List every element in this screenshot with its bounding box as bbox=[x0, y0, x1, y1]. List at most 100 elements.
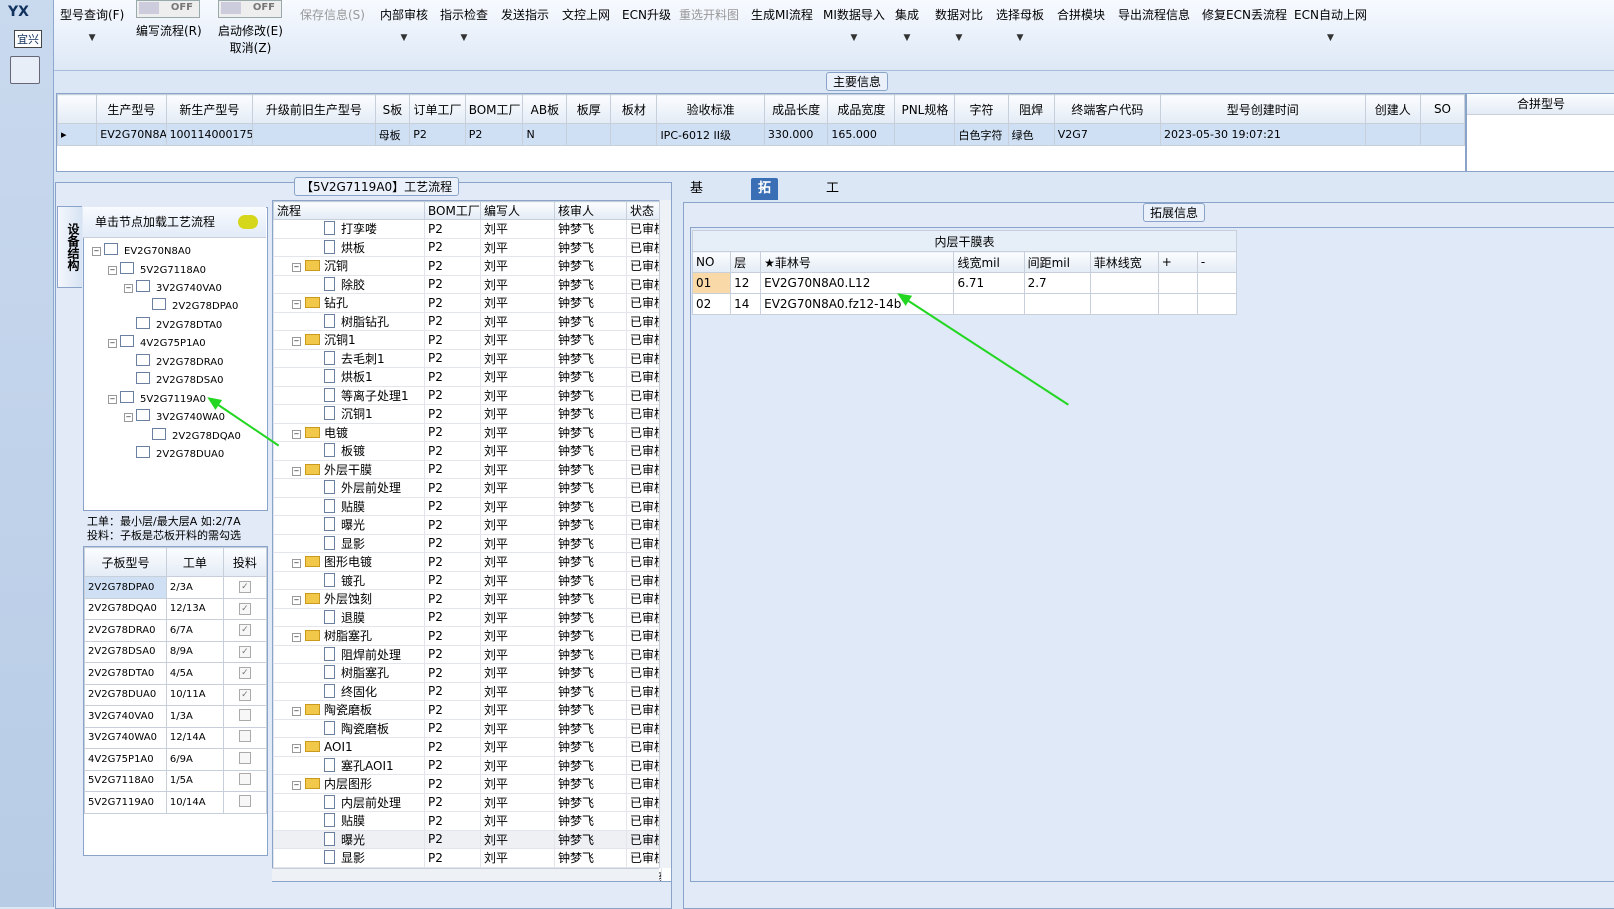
process-writer-cell[interactable]: 刘平 bbox=[480, 311, 555, 331]
process-status-cell[interactable]: 已审核 bbox=[626, 330, 662, 350]
process-writer-cell[interactable]: 刘平 bbox=[480, 755, 555, 775]
process-reviewer-cell[interactable]: 钟梦飞 bbox=[554, 681, 627, 701]
process-status-cell[interactable]: 已审核 bbox=[626, 626, 662, 646]
feed-checkbox[interactable] bbox=[238, 794, 251, 807]
process-writer-cell[interactable]: 刘平 bbox=[480, 478, 555, 498]
toolbar-button-13[interactable]: 数据对比 ▼ bbox=[935, 6, 983, 43]
table-row[interactable]: 阻焊前处理 P2刘平钟梦飞已审核 bbox=[273, 644, 662, 664]
process-writer-cell[interactable]: 刘平 bbox=[480, 293, 555, 313]
process-name-cell[interactable]: − 沉铜1 bbox=[273, 330, 425, 350]
column-header[interactable]: 间距mil bbox=[1023, 251, 1091, 273]
child-order-cell[interactable]: 12/14A bbox=[165, 726, 224, 749]
table-row[interactable]: 3V2G740VA0 1/3A bbox=[84, 705, 268, 728]
table-cell[interactable]: P2 bbox=[409, 123, 466, 146]
process-reviewer-cell[interactable]: 钟梦飞 bbox=[554, 570, 627, 590]
process-status-cell[interactable]: 已审核 bbox=[626, 552, 662, 572]
app-logo[interactable]: YX 宜兴 bbox=[8, 4, 42, 48]
process-bom-cell[interactable]: P2 bbox=[424, 718, 481, 738]
process-name-cell[interactable]: 沉铜1 bbox=[273, 404, 425, 424]
table-cell[interactable] bbox=[1023, 293, 1091, 315]
table-row[interactable]: 显影 P2刘平钟梦飞已审核 bbox=[273, 533, 662, 553]
process-name-cell[interactable]: 烘板 bbox=[273, 237, 425, 257]
table-row[interactable]: 塞孔AOI1 P2刘平钟梦飞已审核 bbox=[273, 755, 662, 775]
process-writer-cell[interactable]: 刘平 bbox=[480, 274, 555, 294]
table-row[interactable]: 显影 P2刘平钟梦飞已审核 bbox=[273, 848, 662, 868]
process-bom-cell[interactable]: P2 bbox=[424, 311, 481, 331]
child-order-cell[interactable]: 1/3A bbox=[165, 705, 224, 728]
column-header[interactable]: SO bbox=[1419, 94, 1466, 124]
toolbar-button-10[interactable]: 生成MI流程 bbox=[751, 6, 813, 23]
child-model-cell[interactable]: 2V2G78DPA0 bbox=[84, 576, 167, 599]
child-model-cell[interactable]: 2V2G78DSA0 bbox=[84, 640, 167, 663]
collapse-icon[interactable]: − bbox=[292, 743, 301, 753]
toolbar-button-15[interactable]: 合拼模块 bbox=[1057, 6, 1105, 23]
process-name-cell[interactable]: 镀孔 bbox=[273, 570, 425, 590]
process-status-cell[interactable]: 已审核 bbox=[626, 829, 662, 849]
table-row[interactable]: − 内层图形 P2刘平钟梦飞已审核 bbox=[273, 774, 662, 794]
table-cell[interactable]: V2G7 bbox=[1053, 123, 1162, 146]
toolbar-button-5[interactable]: 指示检查 ▼ bbox=[440, 6, 488, 43]
table-cell[interactable]: 6.71 bbox=[953, 272, 1025, 294]
tree-node[interactable]: − 4V2G75P1A0 bbox=[108, 335, 206, 349]
feed-cell[interactable] bbox=[222, 748, 268, 771]
process-name-cell[interactable]: 退膜 bbox=[273, 607, 425, 627]
table-row[interactable]: − AOI1 P2刘平钟梦飞已审核 bbox=[273, 737, 662, 757]
toolbar-button-3[interactable]: 保存信息(S) bbox=[300, 6, 365, 23]
child-order-cell[interactable]: 2/3A bbox=[165, 576, 224, 599]
collapse-icon[interactable]: − bbox=[292, 633, 301, 643]
tree-node[interactable]: 2V2G78DSA0 bbox=[124, 372, 223, 386]
table-cell[interactable]: IPC-6012 II级 bbox=[656, 123, 765, 146]
table-row[interactable]: − 沉铜 P2刘平钟梦飞已审核 bbox=[273, 256, 662, 276]
feed-checkbox[interactable] bbox=[238, 730, 251, 743]
process-status-cell[interactable]: 已审核 bbox=[626, 737, 662, 757]
process-name-cell[interactable]: 显影 bbox=[273, 533, 425, 553]
process-status-cell[interactable]: 已审核 bbox=[626, 811, 662, 831]
process-bom-cell[interactable]: P2 bbox=[424, 626, 481, 646]
process-bom-cell[interactable]: P2 bbox=[424, 829, 481, 849]
table-row[interactable]: − 树脂塞孔 P2刘平钟梦飞已审核 bbox=[273, 626, 662, 646]
process-writer-cell[interactable]: 刘平 bbox=[480, 811, 555, 831]
process-bom-cell[interactable]: P2 bbox=[424, 533, 481, 553]
process-status-cell[interactable]: 已审核 bbox=[626, 718, 662, 738]
process-status-cell[interactable]: 已审核 bbox=[626, 644, 662, 664]
collapse-icon[interactable]: − bbox=[292, 559, 301, 569]
process-bom-cell[interactable]: P2 bbox=[424, 755, 481, 775]
process-name-cell[interactable]: 除胶 bbox=[273, 274, 425, 294]
toolbar-button-8[interactable]: ECN升级 bbox=[622, 6, 671, 23]
column-header[interactable]: PNL规格 bbox=[894, 94, 956, 124]
process-bom-cell[interactable]: P2 bbox=[424, 700, 481, 720]
column-header[interactable]: 新生产型号 bbox=[165, 94, 254, 124]
collapse-icon[interactable]: − bbox=[292, 781, 301, 791]
child-order-cell[interactable]: 4/5A bbox=[165, 662, 224, 685]
table-row[interactable]: 5V2G7119A0 10/14A bbox=[84, 791, 268, 814]
child-order-cell[interactable]: 8/9A bbox=[165, 640, 224, 663]
collapse-icon[interactable]: − bbox=[292, 429, 301, 439]
process-bom-cell[interactable]: P2 bbox=[424, 848, 481, 868]
table-row[interactable]: 01 12 EV2G70N8A0.L12 6.71 2.7 bbox=[691, 272, 1238, 294]
table-row[interactable]: 5V2G7118A0 1/5A bbox=[84, 769, 268, 792]
table-row[interactable]: 3V2G740WA0 12/14A bbox=[84, 726, 268, 749]
process-name-cell[interactable]: 贴膜 bbox=[273, 496, 425, 516]
process-writer-cell[interactable]: 刘平 bbox=[480, 515, 555, 535]
process-reviewer-cell[interactable]: 钟梦飞 bbox=[554, 607, 627, 627]
toolbar-button-6[interactable]: 发送指示 bbox=[501, 6, 549, 23]
process-reviewer-cell[interactable]: 钟梦飞 bbox=[554, 330, 627, 350]
process-status-cell[interactable]: 已审核 bbox=[626, 404, 662, 424]
feed-cell[interactable]: ✓ bbox=[222, 576, 268, 599]
table-cell[interactable] bbox=[894, 123, 956, 146]
table-cell[interactable]: 2.7 bbox=[1023, 272, 1091, 294]
process-status-cell[interactable]: 已审核 bbox=[626, 385, 662, 405]
column-header[interactable]: 板厚 bbox=[566, 94, 612, 124]
process-name-cell[interactable]: 曝光 bbox=[273, 829, 425, 849]
process-reviewer-cell[interactable]: 钟梦飞 bbox=[554, 348, 627, 368]
toolbar-button-14[interactable]: 选择母板 ▼ bbox=[996, 6, 1044, 43]
process-reviewer-cell[interactable]: 钟梦飞 bbox=[554, 478, 627, 498]
process-reviewer-cell[interactable]: 钟梦飞 bbox=[554, 219, 627, 239]
feed-checkbox[interactable]: ✓ bbox=[238, 602, 251, 615]
process-status-cell[interactable]: 已审核 bbox=[626, 589, 662, 609]
process-name-cell[interactable]: − 钻孔 bbox=[273, 293, 425, 313]
child-model-cell[interactable]: 5V2G7118A0 bbox=[84, 769, 167, 792]
table-row[interactable]: 2V2G78DUA0 10/11A ✓ bbox=[84, 683, 268, 706]
table-cell[interactable]: 绿色 bbox=[1007, 123, 1055, 146]
column-header[interactable]: 状态 bbox=[626, 201, 662, 220]
